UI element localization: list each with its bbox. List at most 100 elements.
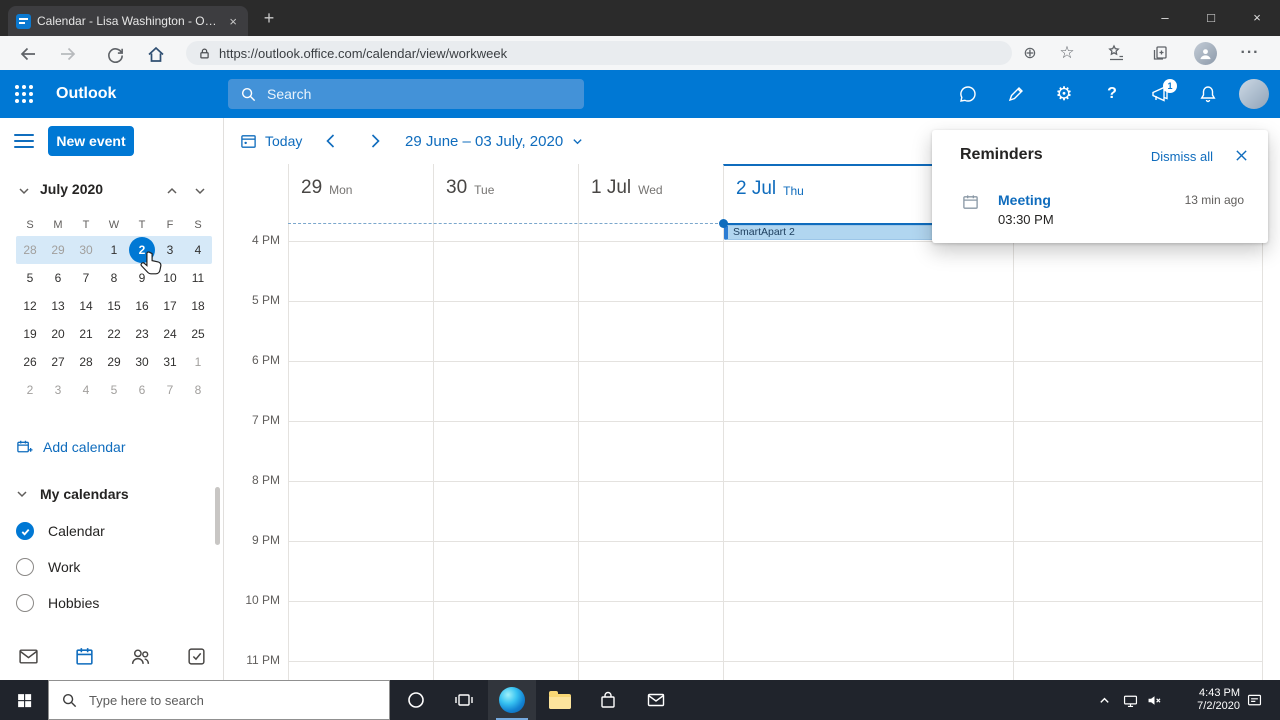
mini-date[interactable]: 15 bbox=[101, 293, 127, 319]
add-favorite-star-icon[interactable]: ☆ bbox=[1055, 42, 1079, 64]
browser-profile-avatar[interactable] bbox=[1194, 42, 1217, 65]
chat-icon[interactable] bbox=[944, 70, 992, 118]
mini-date[interactable]: 30 bbox=[73, 237, 99, 263]
mini-date[interactable]: 12 bbox=[17, 293, 43, 319]
mail-app-icon[interactable] bbox=[632, 680, 680, 720]
new-event-button[interactable]: New event bbox=[48, 126, 134, 156]
outlook-search-input[interactable] bbox=[265, 85, 572, 103]
mini-date[interactable]: 24 bbox=[157, 321, 183, 347]
outlook-search-box[interactable] bbox=[228, 79, 584, 109]
mini-date[interactable]: 3 bbox=[45, 377, 71, 403]
mini-calendar-collapse-icon[interactable] bbox=[18, 184, 30, 202]
mini-date[interactable]: 6 bbox=[45, 265, 71, 291]
taskbar-clock[interactable]: 4:43 PM 7/2/2020 bbox=[1170, 680, 1240, 720]
window-minimize-button[interactable]: – bbox=[1142, 0, 1188, 34]
mini-date[interactable]: 17 bbox=[157, 293, 183, 319]
mini-date[interactable]: 6 bbox=[129, 377, 155, 403]
mini-date[interactable]: 25 bbox=[185, 321, 211, 347]
people-module-icon[interactable] bbox=[112, 638, 168, 674]
home-icon[interactable] bbox=[145, 43, 167, 65]
previous-week-arrow-icon[interactable] bbox=[319, 129, 343, 153]
mini-date[interactable]: 31 bbox=[157, 349, 183, 375]
calendar-unchecked-icon[interactable] bbox=[16, 594, 34, 612]
browser-tab[interactable]: Calendar - Lisa Washington - Outlook × bbox=[8, 6, 248, 36]
refresh-icon[interactable] bbox=[104, 43, 126, 65]
dismiss-all-button[interactable]: Dismiss all bbox=[1151, 149, 1213, 164]
day-header-tuesday[interactable]: 30 Tue bbox=[433, 164, 578, 211]
mini-date[interactable]: 5 bbox=[101, 377, 127, 403]
mini-date[interactable]: 7 bbox=[73, 265, 99, 291]
mini-date[interactable]: 1 bbox=[101, 237, 127, 263]
mini-date[interactable]: 19 bbox=[17, 321, 43, 347]
help-icon[interactable]: ? bbox=[1088, 70, 1136, 118]
mini-date[interactable]: 4 bbox=[185, 237, 211, 263]
mini-date[interactable]: 14 bbox=[73, 293, 99, 319]
volume-muted-icon[interactable] bbox=[1142, 680, 1166, 720]
reminder-item[interactable]: Meeting 03:30 PM 13 min ago bbox=[932, 186, 1268, 234]
back-icon[interactable] bbox=[17, 43, 39, 65]
mini-date[interactable]: 5 bbox=[17, 265, 43, 291]
add-calendar-button[interactable]: Add calendar bbox=[16, 435, 126, 459]
microsoft-store-icon[interactable] bbox=[584, 680, 632, 720]
calendar-module-icon[interactable] bbox=[56, 638, 112, 674]
reminders-close-icon[interactable] bbox=[1232, 146, 1250, 164]
mini-date[interactable]: 7 bbox=[157, 377, 183, 403]
today-button[interactable]: Today bbox=[240, 130, 302, 152]
mini-calendar-next-icon[interactable] bbox=[194, 184, 206, 202]
mini-calendar-prev-icon[interactable] bbox=[166, 184, 178, 202]
mini-date[interactable]: 4 bbox=[73, 377, 99, 403]
my-calendars-header[interactable]: My calendars bbox=[16, 482, 129, 506]
action-center-icon[interactable] bbox=[1240, 680, 1268, 720]
collections-icon[interactable] bbox=[1148, 42, 1172, 64]
tab-close-icon[interactable]: × bbox=[226, 14, 240, 29]
mini-date[interactable]: 13 bbox=[45, 293, 71, 319]
hamburger-menu-icon[interactable] bbox=[14, 134, 34, 148]
calendar-list-item[interactable]: Calendar bbox=[16, 517, 105, 545]
favorites-hub-icon[interactable] bbox=[1104, 42, 1128, 64]
mini-date[interactable]: 16 bbox=[129, 293, 155, 319]
mini-date[interactable]: 28 bbox=[17, 237, 43, 263]
outlook-brand[interactable]: Outlook bbox=[56, 70, 116, 118]
mini-date[interactable]: 8 bbox=[101, 265, 127, 291]
taskbar-search-box[interactable] bbox=[48, 680, 390, 720]
tasks-module-icon[interactable] bbox=[168, 638, 224, 674]
mini-date[interactable]: 18 bbox=[185, 293, 211, 319]
day-header-wednesday[interactable]: 1 Jul Wed bbox=[578, 164, 723, 211]
mini-date[interactable]: 27 bbox=[45, 349, 71, 375]
settings-gear-icon[interactable]: ⚙ bbox=[1040, 70, 1088, 118]
user-avatar[interactable] bbox=[1239, 79, 1269, 109]
notifications-bell-icon[interactable] bbox=[1184, 70, 1232, 118]
day-header-monday[interactable]: 29 Mon bbox=[288, 164, 433, 211]
taskbar-search-input[interactable] bbox=[87, 691, 377, 709]
window-maximize-button[interactable]: □ bbox=[1188, 0, 1234, 34]
app-launcher-waffle-icon[interactable] bbox=[15, 85, 33, 103]
mini-date[interactable]: 1 bbox=[185, 349, 211, 375]
network-icon[interactable] bbox=[1118, 680, 1142, 720]
window-close-button[interactable]: × bbox=[1234, 0, 1280, 34]
calendar-list-item[interactable]: Work bbox=[16, 553, 80, 581]
browser-menu-ellipsis-icon[interactable]: ··· bbox=[1238, 42, 1262, 64]
start-button[interactable] bbox=[0, 680, 48, 720]
mini-date[interactable]: 22 bbox=[101, 321, 127, 347]
mini-date[interactable]: 20 bbox=[45, 321, 71, 347]
sidebar-scrollbar[interactable] bbox=[215, 487, 220, 545]
mail-module-icon[interactable] bbox=[0, 638, 56, 674]
forward-icon[interactable] bbox=[57, 43, 79, 65]
calendar-list-item[interactable]: Hobbies bbox=[16, 589, 99, 617]
mini-date[interactable]: 30 bbox=[129, 349, 155, 375]
pen-note-icon[interactable] bbox=[992, 70, 1040, 118]
mini-date[interactable]: 8 bbox=[185, 377, 211, 403]
mini-date[interactable]: 23 bbox=[129, 321, 155, 347]
mini-date[interactable]: 21 bbox=[73, 321, 99, 347]
new-tab-button[interactable]: + bbox=[258, 7, 280, 29]
whats-new-megaphone-icon[interactable]: 1 bbox=[1136, 70, 1184, 118]
file-explorer-icon[interactable] bbox=[536, 680, 584, 720]
mini-date[interactable]: 29 bbox=[101, 349, 127, 375]
mini-date[interactable]: 29 bbox=[45, 237, 71, 263]
next-week-arrow-icon[interactable] bbox=[363, 129, 387, 153]
calendar-unchecked-icon[interactable] bbox=[16, 558, 34, 576]
cortana-icon[interactable] bbox=[392, 680, 440, 720]
mini-date[interactable]: 11 bbox=[185, 265, 211, 291]
mini-date[interactable]: 26 bbox=[17, 349, 43, 375]
task-view-icon[interactable] bbox=[440, 680, 488, 720]
